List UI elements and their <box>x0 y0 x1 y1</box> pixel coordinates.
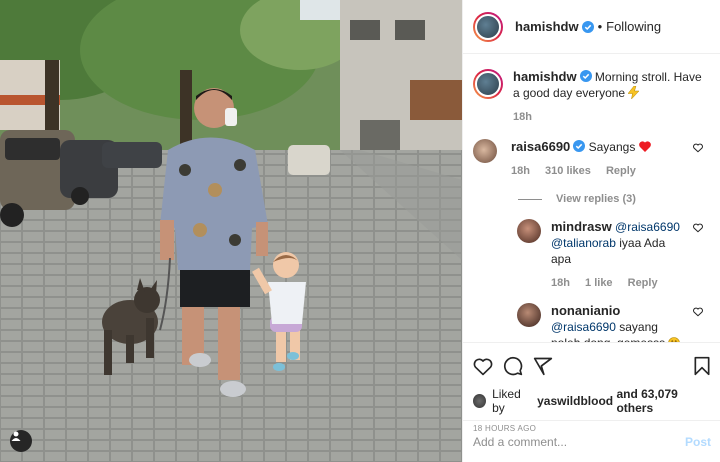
mention-link[interactable]: @raisa6690 <box>615 220 680 234</box>
caption-age: 18h <box>513 111 532 123</box>
photo-illustration <box>0 0 462 462</box>
author-info: hamishdw • Following <box>515 19 661 34</box>
replier-username[interactable]: nonanianio <box>551 303 620 318</box>
post-header: hamishdw • Following <box>463 0 720 54</box>
comment-likes[interactable]: 310 likes <box>545 165 591 177</box>
comment-icon <box>503 356 523 376</box>
replier-avatar[interactable] <box>517 303 541 327</box>
like-comment-heart-icon[interactable] <box>693 307 703 317</box>
caption: hamishdw Morning stroll. Have a good day… <box>473 69 711 125</box>
mention-link[interactable]: @raisa6690 <box>551 320 616 334</box>
share-button[interactable] <box>533 356 553 376</box>
likes-count[interactable]: and 63,079 others <box>616 387 711 415</box>
verified-badge-icon <box>579 70 592 82</box>
tagged-users-button[interactable] <box>10 430 32 452</box>
save-button[interactable] <box>693 356 711 376</box>
replier-username[interactable]: mindrasw <box>551 219 612 234</box>
following-button[interactable]: Following <box>606 19 661 34</box>
red-heart-icon <box>638 141 651 152</box>
verified-badge-icon <box>573 140 586 152</box>
comment-button[interactable] <box>503 356 523 376</box>
view-replies-label: View replies (3) <box>556 193 636 205</box>
paper-plane-icon <box>533 357 553 376</box>
like-comment-heart-icon[interactable] <box>693 143 703 153</box>
mention-link[interactable]: @talianorab <box>551 236 616 250</box>
post-side-panel: hamishdw • Following hamishdw Morning st… <box>462 0 720 462</box>
liker-username[interactable]: yaswildblood <box>537 394 613 408</box>
reply-comment: mindrasw @raisa6690 @talianorab iyaa Ada… <box>517 219 711 291</box>
reply-button[interactable]: Reply <box>628 277 658 289</box>
reply-meta: 18h 1 like Reply <box>551 275 683 291</box>
comment: raisa6690 Sayangs 18h 310 likes Reply <box>473 139 711 179</box>
commenter-username[interactable]: raisa6690 <box>511 139 570 154</box>
like-button[interactable] <box>473 357 493 376</box>
separator-dot: • <box>597 19 603 34</box>
reply-comment: nonanianio @raisa6690 sayang noleh dong,… <box>517 303 711 342</box>
post-comment-button[interactable]: Post <box>685 435 711 449</box>
bookmark-icon <box>694 356 710 376</box>
replier-avatar[interactable] <box>517 219 541 243</box>
liker-avatar[interactable] <box>473 394 487 408</box>
reply-age: 18h <box>551 277 570 289</box>
comments-list[interactable]: hamishdw Morning stroll. Have a good day… <box>463 55 720 342</box>
action-icons <box>473 351 711 381</box>
author-avatar[interactable] <box>473 11 503 42</box>
like-comment-heart-icon[interactable] <box>693 223 703 233</box>
comment-meta: 18h 310 likes Reply <box>511 163 681 179</box>
lightning-icon <box>627 85 641 100</box>
caption-meta: 18h <box>513 109 703 125</box>
caption-username[interactable]: hamishdw <box>513 69 577 84</box>
heart-icon <box>473 358 493 375</box>
commenter-avatar[interactable] <box>473 139 497 163</box>
comment-text: Sayangs <box>588 140 636 154</box>
likes-summary: Liked by yaswildblood and 63,079 others <box>473 387 711 415</box>
reply-button[interactable]: Reply <box>606 165 636 177</box>
author-username[interactable]: hamishdw <box>515 19 579 34</box>
comment-age: 18h <box>511 165 530 177</box>
add-comment-bar: Post <box>463 420 720 462</box>
post-photo[interactable] <box>0 0 462 462</box>
person-icon <box>11 431 21 441</box>
verified-badge-icon <box>581 20 594 33</box>
reply-likes[interactable]: 1 like <box>585 277 613 289</box>
likes-prefix: Liked by <box>492 387 521 415</box>
caption-avatar[interactable] <box>473 69 503 99</box>
view-replies-line <box>518 198 542 200</box>
comment-input[interactable] <box>473 434 685 449</box>
view-replies-button[interactable]: View replies (3) <box>518 193 711 205</box>
